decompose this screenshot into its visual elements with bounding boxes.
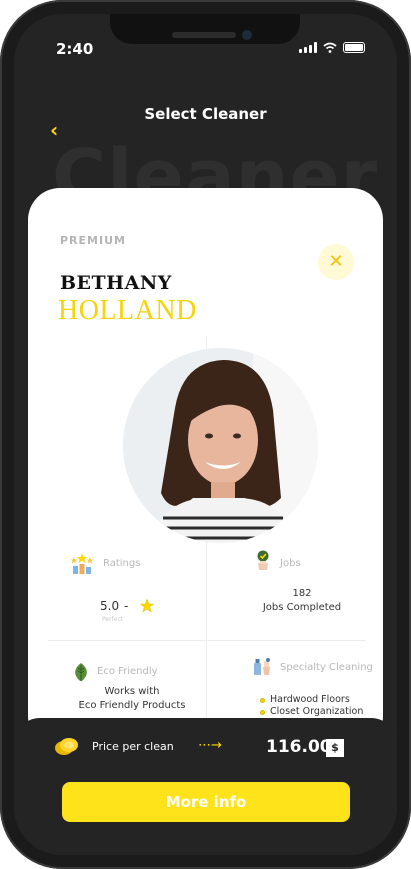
specialty-list: Hardwood Floors Closet Organization [260, 694, 363, 718]
jobs-caption: Jobs Completed [262, 602, 342, 613]
status-time: 2:40 [56, 40, 94, 58]
rating-score: 5.0 [100, 599, 120, 613]
cleaner-card: PREMIUM ✕ BETHANY HOLLAND Ratings 5.0 - … [28, 188, 383, 748]
eco-label: Eco Friendly [97, 666, 158, 677]
app-screen: 2:40 Cleaner ‹ Select Cleaner PREMIUM ✕ … [14, 14, 397, 855]
phone-frame: 2:40 Cleaner ‹ Select Cleaner PREMIUM ✕ … [0, 0, 411, 869]
arrow-right-icon: ⋯→ [198, 738, 222, 753]
speaker-grille [172, 32, 236, 38]
rating-separator: - [124, 599, 129, 613]
cleaning-supplies-icon [254, 658, 270, 675]
portrait-image [123, 348, 318, 543]
device-notch [110, 14, 300, 44]
jobs-badge-icon [257, 550, 269, 570]
jobs-count: 182 [292, 588, 312, 599]
currency-badge: $ [326, 739, 344, 757]
row-divider [48, 640, 366, 641]
more-info-button[interactable]: More info [62, 782, 350, 822]
cleaner-first-name: BETHANY [60, 272, 172, 294]
signal-icon [299, 42, 317, 53]
star-icon [140, 599, 154, 613]
ratings-label: Ratings [103, 558, 141, 569]
eco-line-1: Works with [104, 686, 160, 697]
list-item: Closet Organization [260, 706, 363, 718]
bullet-icon [260, 697, 265, 703]
eco-line-2: Eco Friendly Products [78, 700, 186, 711]
leaf-icon [75, 663, 87, 681]
wifi-icon [323, 42, 337, 53]
battery-icon [343, 42, 365, 53]
cleaner-last-name: HOLLAND [58, 295, 197, 326]
price-label: Price per clean [92, 740, 174, 753]
page-title: Select Cleaner [144, 105, 267, 123]
cleaner-avatar [123, 348, 318, 543]
jobs-label: Jobs [280, 558, 301, 569]
price-value: 116.00 [266, 737, 332, 757]
status-icons [299, 42, 365, 53]
rating-stars-icon [70, 553, 94, 574]
bullet-icon [260, 709, 265, 715]
rating-caption: Perfect [102, 616, 124, 623]
list-item: Hardwood Floors [260, 694, 363, 706]
specialty-item: Closet Organization [270, 706, 364, 717]
close-button[interactable]: ✕ [318, 244, 354, 280]
specialty-label: Specialty Cleaning [280, 662, 373, 673]
specialty-item: Hardwood Floors [270, 694, 350, 705]
front-camera [242, 30, 252, 40]
coins-icon [55, 738, 78, 755]
tier-label: PREMIUM [60, 234, 126, 247]
